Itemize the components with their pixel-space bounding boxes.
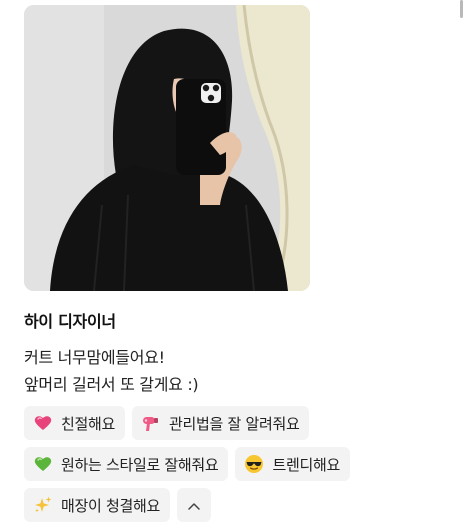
tag-label: 트렌디해요 bbox=[272, 455, 340, 474]
tag-care-tips: 관리법을 잘 알려줘요 bbox=[132, 406, 310, 440]
chevron-up-icon bbox=[187, 496, 201, 515]
tag-row: 매장이 청결해요 bbox=[24, 488, 444, 522]
review-text-line: 커트 너무맘에들어요! bbox=[24, 348, 165, 367]
review-tags: 친절해요 관리법을 잘 알려줘요 원하는 스타일로 잘해줘요 트렌디해요 매장이… bbox=[24, 406, 444, 529]
tag-row: 친절해요 관리법을 잘 알려줘요 bbox=[24, 406, 444, 440]
tag-trendy: 트렌디해요 bbox=[235, 447, 350, 481]
review-photo[interactable] bbox=[24, 5, 310, 291]
review-text: 커트 너무맘에들어요! 앞머리 길러서 또 갈게요 :) bbox=[24, 344, 444, 398]
collapse-tags-button[interactable] bbox=[176, 488, 211, 522]
hair-dryer-icon bbox=[140, 412, 162, 434]
tag-label: 원하는 스타일로 잘해줘요 bbox=[61, 455, 219, 474]
tag-label: 매장이 청결해요 bbox=[61, 496, 160, 515]
tag-label: 관리법을 잘 알려줘요 bbox=[169, 414, 300, 433]
review-text-line: 앞머리 길러서 또 갈게요 :) bbox=[24, 375, 199, 394]
tag-label: 친절해요 bbox=[61, 414, 116, 433]
tag-style-match: 원하는 스타일로 잘해줘요 bbox=[24, 447, 229, 481]
tag-clean-shop: 매장이 청결해요 bbox=[24, 488, 170, 522]
tag-row: 원하는 스타일로 잘해줘요 트렌디해요 bbox=[24, 447, 444, 481]
sparkles-icon bbox=[32, 494, 54, 516]
heart-icon bbox=[32, 412, 54, 434]
green-heart-icon bbox=[32, 453, 54, 475]
tag-kind: 친절해요 bbox=[24, 406, 126, 440]
sunglasses-face-icon bbox=[243, 453, 265, 475]
scrollbar[interactable] bbox=[460, 0, 463, 18]
designer-name: 하이 디자이너 bbox=[24, 312, 116, 331]
